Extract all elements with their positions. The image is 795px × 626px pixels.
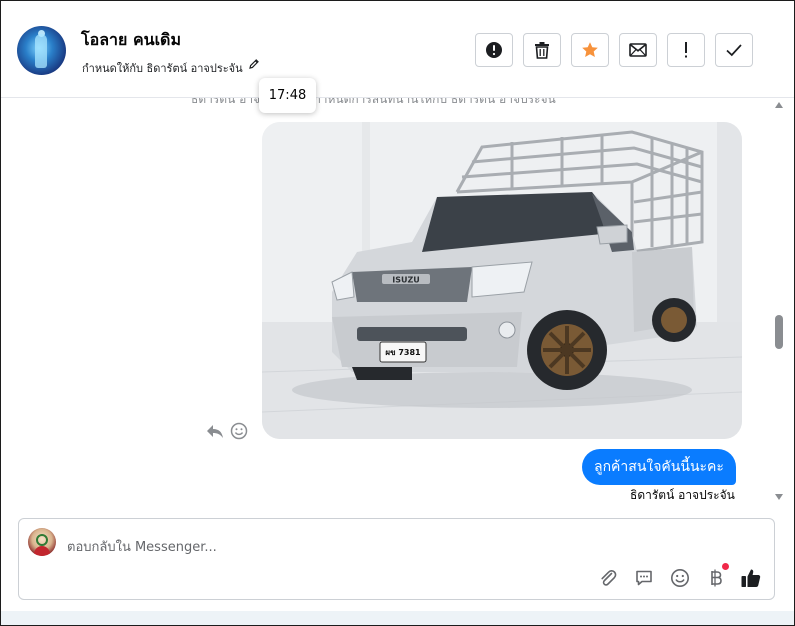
comment-icon [636,570,652,586]
check-icon [726,44,742,57]
star-button[interactable] [571,33,609,67]
timestamp-tooltip: 17:48 [259,78,316,113]
pickup-truck-image: ISUZU ผข 7381 [262,122,742,439]
like-button[interactable] [740,567,762,589]
chat-scrollbar[interactable] [773,98,785,508]
scroll-thumb[interactable] [775,315,783,349]
brand-badge: ISUZU [392,276,420,285]
scroll-up-arrow-icon[interactable] [775,102,783,108]
payment-button[interactable] [705,567,727,589]
baht-icon [711,569,722,587]
sender-name: ธิดารัตน์ อาจประจัน [630,488,735,502]
saved-replies-button[interactable] [633,567,655,589]
bottom-strip [1,611,794,625]
scroll-down-arrow-icon[interactable] [775,494,783,500]
star-icon [582,42,598,57]
reply-input[interactable]: ตอบกลับใน Messenger... [67,536,217,557]
contact-avatar[interactable] [17,26,66,75]
thumbs-up-icon [741,569,761,587]
alert-circle-icon [486,42,502,58]
envelope-icon [629,43,647,57]
payment-notification-dot [722,563,729,570]
system-notice: ธิดารัตน์ อาจประจัน ได้กำหนดการสนทนานี้ใ… [191,98,556,106]
car-photo-attachment[interactable]: ISUZU ผข 7381 [262,122,742,439]
attach-button[interactable] [597,567,619,589]
pencil-icon[interactable] [248,58,260,70]
reply-composer[interactable]: ตอบกลับใน Messenger... [18,518,775,600]
emoji-button[interactable] [669,567,691,589]
smile-icon [671,569,689,587]
mark-unread-button[interactable] [619,33,657,67]
delete-button[interactable] [523,33,561,67]
assignee-text: กำหนดให้กับ ธิดารัตน์ อาจประจัน [82,62,243,75]
trash-icon [535,42,549,59]
follow-up-button[interactable] [667,33,705,67]
messenger-window: โอลาย คนเดิม กำหนดให้กับ ธิดารัตน์ อาจปร… [0,0,795,626]
outgoing-message[interactable]: ลูกค้าสนใจคันนี้นะคะ [582,449,736,485]
reply-icon[interactable] [205,422,225,440]
license-plate: ผข 7381 [385,348,421,357]
react-smile-icon[interactable] [230,422,248,440]
contact-name[interactable]: โอลาย คนเดิม [81,28,181,53]
mark-spam-button[interactable] [475,33,513,67]
mark-done-button[interactable] [715,33,753,67]
message-list[interactable]: ธิดารัตน์ อาจประจัน ได้กำหนดการสนทนานี้ใ… [1,98,794,508]
exclamation-icon [685,42,687,58]
conversation-header: โอลาย คนเดิม กำหนดให้กับ ธิดารัตน์ อาจปร… [1,1,794,98]
my-avatar [28,528,56,556]
paperclip-icon [601,570,617,586]
